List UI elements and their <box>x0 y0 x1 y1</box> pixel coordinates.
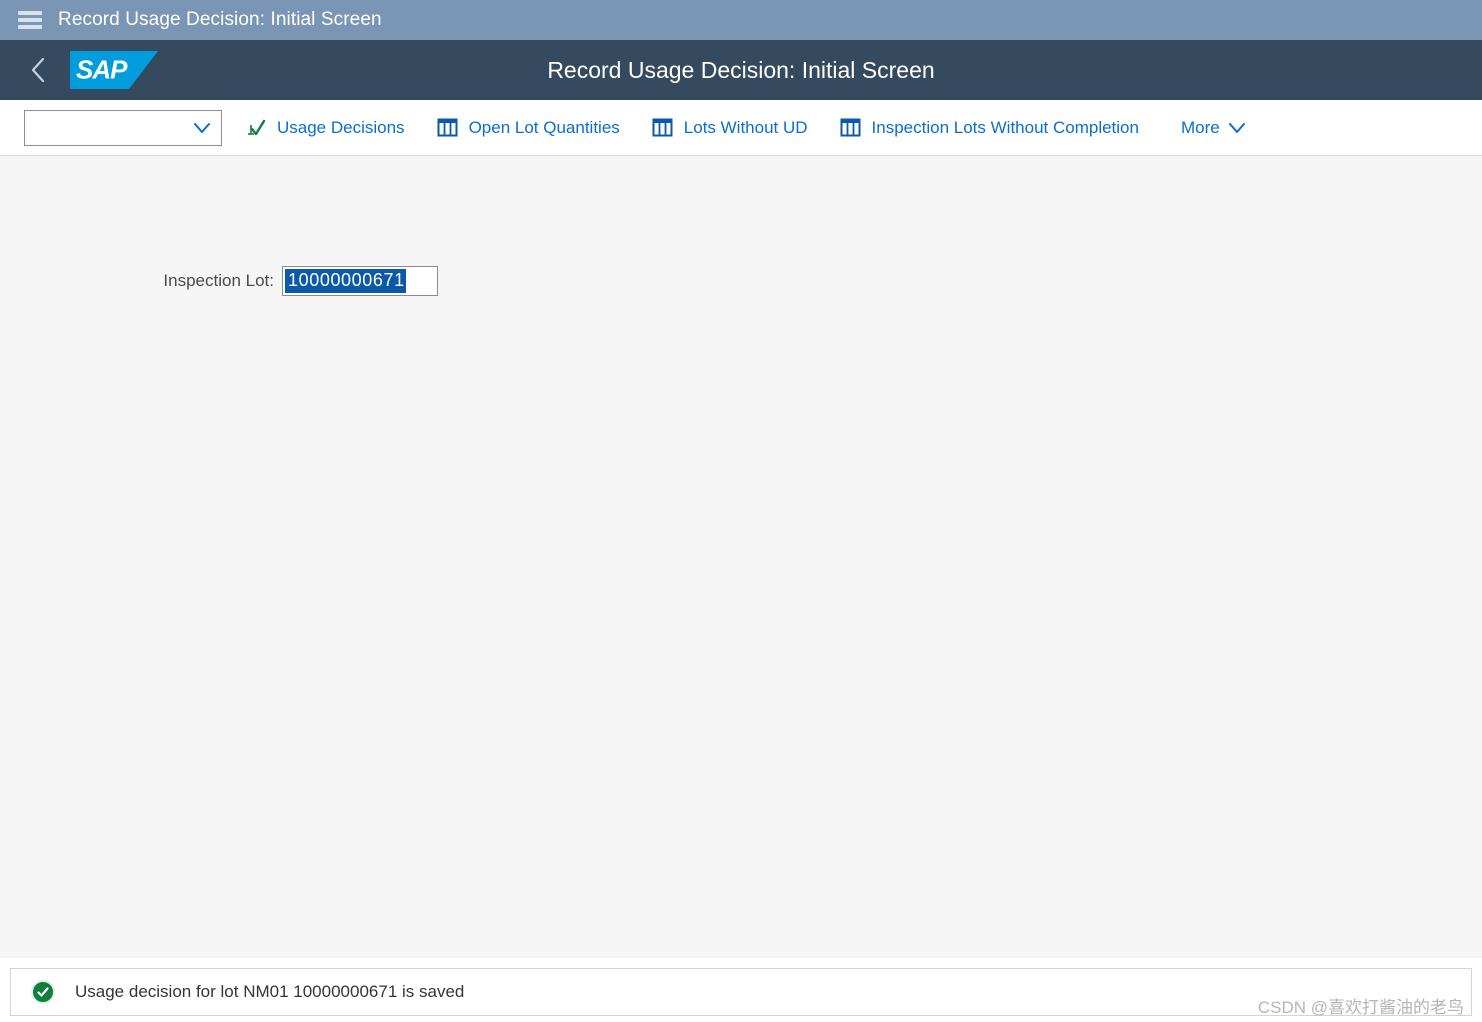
success-check-circle-icon <box>31 980 55 1004</box>
toolbar-item-label: Inspection Lots Without Completion <box>871 117 1139 137</box>
content-area: Inspection Lot: 10000000671 <box>0 156 1482 958</box>
window-title: Record Usage Decision: Initial Screen <box>58 9 382 30</box>
usage-decision-check-icon <box>245 117 267 139</box>
watermark: CSDN @喜欢打酱油的老鸟 <box>1257 998 1464 1017</box>
table-grid-icon <box>840 117 862 139</box>
status-message-bar: Usage decision for lot NM01 10000000671 … <box>10 968 1472 1016</box>
view-select-dropdown[interactable] <box>24 109 222 146</box>
toolbar-item-open-lot-quantities[interactable]: Open Lot Quantities <box>428 108 629 148</box>
toolbar-item-label: Open Lot Quantities <box>468 117 620 137</box>
inspection-lot-value: 10000000671 <box>285 269 406 293</box>
page-title: Record Usage Decision: Initial Screen <box>547 56 935 83</box>
toolbar-item-usage-decisions[interactable]: Usage Decisions <box>236 108 414 148</box>
hamburger-line <box>18 25 42 29</box>
sap-logo[interactable]: SAP <box>70 51 158 89</box>
table-grid-icon <box>652 117 674 139</box>
chevron-left-icon <box>31 57 45 83</box>
sap-shell-bar: SAP Record Usage Decision: Initial Scree… <box>0 40 1482 100</box>
chevron-down-icon <box>194 122 210 133</box>
status-message-text: Usage decision for lot NM01 10000000671 … <box>75 982 465 1001</box>
toolbar-more-button[interactable]: More <box>1172 108 1255 148</box>
toolbar-item-label: Usage Decisions <box>277 117 405 137</box>
toolbar-item-label: Lots Without UD <box>683 117 808 137</box>
table-grid-icon <box>437 117 459 139</box>
inspection-lot-label: Inspection Lot: <box>163 271 274 290</box>
inspection-lot-form-row: Inspection Lot: 10000000671 <box>0 266 438 296</box>
toolbar-item-inspection-lots-without-completion[interactable]: Inspection Lots Without Completion <box>831 108 1148 148</box>
back-button[interactable] <box>16 48 60 92</box>
hamburger-icon[interactable] <box>18 11 42 29</box>
chevron-down-icon <box>1228 122 1245 133</box>
toolbar-item-lots-without-ud[interactable]: Lots Without UD <box>643 108 817 148</box>
window-title-bar: Record Usage Decision: Initial Screen <box>0 0 1482 40</box>
toolbar-more-label: More <box>1180 117 1220 137</box>
hamburger-line <box>18 11 42 15</box>
inspection-lot-input[interactable]: 10000000671 <box>282 266 438 296</box>
sap-logo-text: SAP <box>76 54 127 85</box>
toolbar: Usage Decisions Open Lot Quantities Lots… <box>0 100 1482 156</box>
hamburger-line <box>18 18 42 22</box>
